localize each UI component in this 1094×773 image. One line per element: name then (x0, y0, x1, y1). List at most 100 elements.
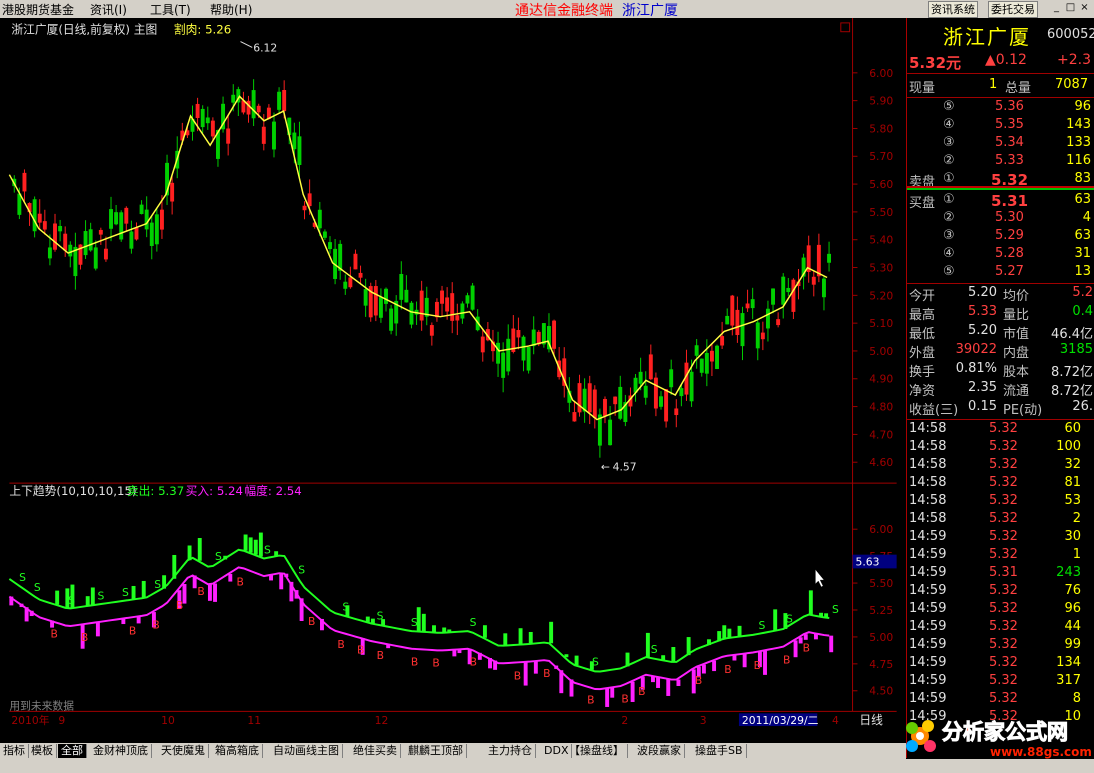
tab-12[interactable]: 波段赢家 (634, 744, 685, 758)
trend-bar (136, 616, 141, 624)
y-tick-label: 5.30 (869, 261, 893, 274)
ask-level: ② (943, 153, 955, 168)
trend-bar (197, 538, 202, 561)
candles-layer (12, 79, 832, 458)
tab-0[interactable]: 指标 (0, 744, 29, 758)
tab-13[interactable]: 操盘手SB (692, 744, 747, 758)
kline-chart[interactable]: 6.00 5.90 5.80 5.70 5.60 5.50 5.40 5.30 5.20 5.10… (0, 18, 906, 728)
candle-body (709, 350, 714, 362)
bid-volume: 13 (1074, 264, 1091, 279)
tick-row: 14:58 5.32 60 (907, 421, 1094, 439)
menu-hk-futures[interactable]: 港股期货基金 (2, 1, 74, 18)
buy-signal: B (129, 624, 136, 637)
candle-body (760, 332, 765, 340)
trend-bar (630, 681, 635, 702)
ask-level: ④ (943, 117, 955, 132)
trend-bar (829, 635, 834, 653)
stat-value-2: 3185 (1059, 342, 1093, 357)
trend-bar (742, 653, 747, 668)
ask-price: 5.33 (995, 153, 1024, 168)
stat-label-1: 净资 (909, 384, 936, 399)
candle-body (618, 386, 623, 419)
panel-toggle-icon[interactable] (840, 22, 851, 33)
tab-4[interactable]: 天使魔鬼 (158, 744, 209, 758)
trend-bar (253, 539, 258, 555)
time-label-9: 9 (58, 714, 65, 727)
stat-value-2: 8.72亿 (1051, 384, 1093, 399)
y-tick-label: 5.50 (869, 206, 893, 219)
tick-time: 14:59 (909, 619, 947, 634)
bid-row-3: ③ 5.29 63 (907, 228, 1094, 246)
trade-button[interactable]: 委托交易 (988, 1, 1038, 18)
trend-bars-layer (9, 532, 834, 707)
sell-signal: S (215, 550, 222, 563)
bid-label: 买盘 (909, 196, 936, 211)
minimize-icon[interactable]: _ (1050, 2, 1063, 15)
sell-signal: S (154, 578, 161, 591)
tab-5[interactable]: 箱高箱底 (212, 744, 263, 758)
stat-label-2: 流通 (1003, 384, 1030, 399)
menu-help[interactable]: 帮助(H) (210, 1, 252, 18)
candle-body (445, 297, 450, 312)
tab-6[interactable]: 自动画线主图 (270, 744, 343, 758)
candle-body (755, 322, 760, 349)
menu-tools[interactable]: 工具(T) (150, 1, 191, 18)
sub-chart-title: 上下趋势(10,10,10,15) (9, 484, 136, 498)
trend-bar (722, 625, 727, 640)
tick-volume: 1 (1072, 547, 1081, 562)
tab-1[interactable]: 模板 (28, 744, 57, 758)
restore-icon[interactable]: □ (1064, 2, 1077, 15)
buy-signal: B (621, 693, 628, 706)
app-title: 通达信金融终端 (515, 3, 613, 19)
buy-signal: B (724, 663, 731, 676)
tab-2[interactable]: 全部 (58, 744, 87, 758)
news-system-button[interactable]: 资讯系统 (928, 1, 978, 18)
tab-8[interactable]: 麒麟王顶部 (405, 744, 467, 758)
tab-9[interactable]: 主力持仓 (485, 744, 536, 758)
stat-value-1: 2.35 (968, 380, 997, 395)
sell-signal: S (298, 564, 305, 577)
bid-volume: 4 (1082, 210, 1091, 225)
candle-body (124, 207, 129, 224)
bid-level: ③ (943, 228, 955, 243)
candle-body (144, 209, 149, 230)
trend-bar (95, 622, 100, 637)
candle-body (613, 396, 618, 405)
buy-signal: B (411, 655, 418, 668)
stat-label-2: 量比 (1003, 308, 1030, 323)
time-label-11: 11 (247, 714, 261, 727)
stat-value-1: 5.20 (968, 285, 997, 300)
stat-value-2: 46.4亿 (1051, 327, 1093, 342)
candle-body (694, 345, 699, 356)
menu-news[interactable]: 资讯(I) (90, 1, 127, 18)
total-vol: 7087 (1055, 77, 1089, 92)
tick-price: 5.32 (989, 619, 1018, 634)
tick-time: 14:58 (909, 475, 947, 490)
candle-body (811, 276, 816, 285)
trend-bar (666, 678, 671, 696)
close-icon[interactable]: × (1078, 2, 1091, 15)
y-tick-label: 4.80 (869, 401, 893, 414)
tick-time: 14:59 (909, 655, 947, 670)
candle-body (689, 371, 694, 402)
y-tick-label: 5.70 (869, 150, 893, 163)
candle-body (781, 276, 786, 305)
tick-row: 14:59 5.32 44 (907, 619, 1094, 637)
candle-body (139, 204, 144, 215)
tab-3[interactable]: 金财神顶底 (90, 744, 152, 758)
trend-bar (131, 585, 136, 600)
stat-label-2: 市值 (1003, 327, 1030, 342)
candle-body (659, 396, 663, 407)
tab-7[interactable]: 绝佳买卖 (350, 744, 401, 758)
tick-row: 14:58 5.32 81 (907, 475, 1094, 493)
main-chart-value: 割肉: 5.26 (174, 23, 231, 37)
tick-price: 5.32 (989, 673, 1018, 688)
buy-signal: B (754, 659, 761, 672)
tick-volume: 32 (1064, 457, 1081, 472)
tab-11[interactable]: 【操盘线】 (566, 744, 628, 758)
candle-body (669, 369, 674, 388)
candle-body (735, 309, 740, 336)
candle-body (363, 289, 368, 306)
ask-level: ① (943, 171, 955, 186)
bid-volume: 63 (1074, 228, 1091, 243)
